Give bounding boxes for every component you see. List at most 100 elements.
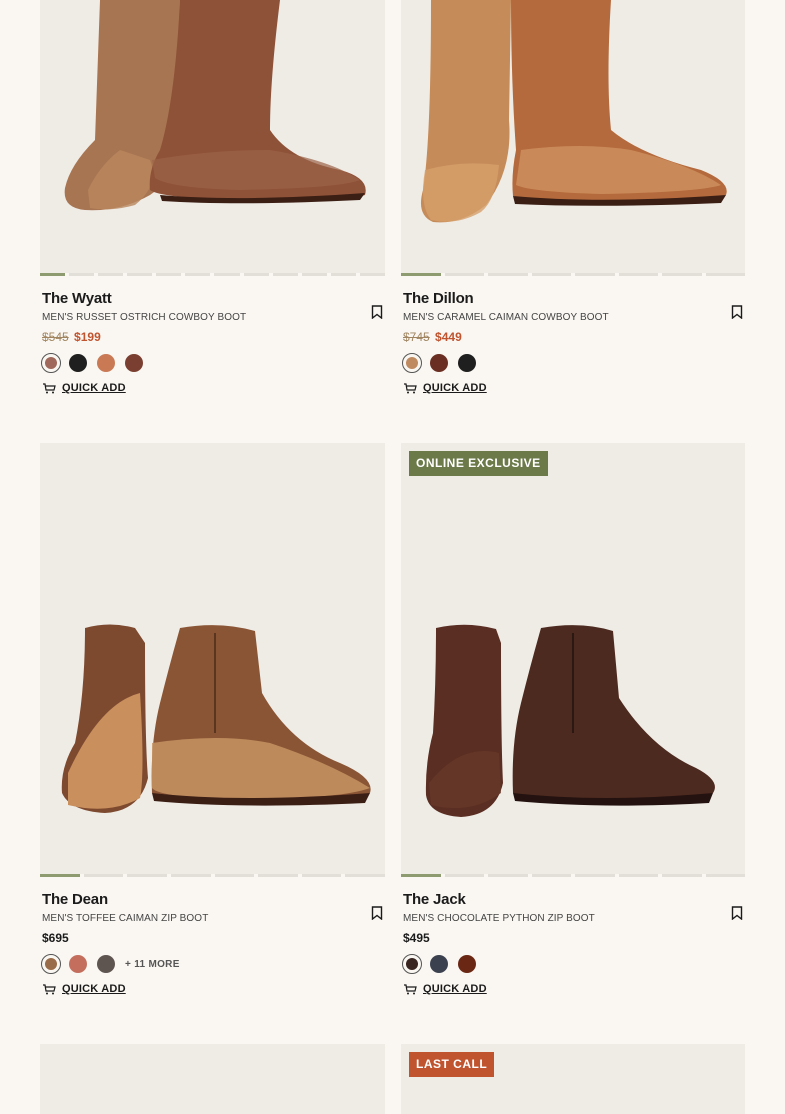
product-price: $695 bbox=[42, 931, 383, 945]
color-swatch[interactable] bbox=[97, 354, 115, 372]
color-swatch[interactable] bbox=[458, 354, 476, 372]
product-image[interactable]: LAST CALL bbox=[401, 1044, 745, 1114]
product-subtitle: MEN'S CHOCOLATE PYTHON ZIP BOOT bbox=[403, 913, 595, 924]
color-swatch[interactable] bbox=[430, 354, 448, 372]
carousel-dot[interactable] bbox=[214, 273, 240, 276]
product-subtitle: MEN'S CARAMEL CAIMAN COWBOY BOOT bbox=[403, 312, 609, 323]
quick-add-label: QUICK ADD bbox=[62, 382, 126, 394]
product-card-wyatt[interactable]: The Wyatt MEN'S RUSSET OSTRICH COWBOY BO… bbox=[40, 0, 385, 394]
boot-image bbox=[425, 624, 715, 817]
product-image[interactable] bbox=[40, 1044, 385, 1114]
color-swatch-fill bbox=[406, 958, 418, 970]
product-name[interactable]: The Wyatt bbox=[42, 290, 383, 308]
bookmark-icon[interactable] bbox=[371, 906, 383, 920]
color-swatch[interactable] bbox=[41, 954, 61, 974]
carousel-dot[interactable] bbox=[98, 273, 124, 276]
badge-last-call: LAST CALL bbox=[409, 1052, 495, 1077]
product-image[interactable]: ONLINE EXCLUSIVE bbox=[401, 443, 745, 874]
carousel-dot[interactable] bbox=[40, 273, 66, 276]
product-card-next-left[interactable] bbox=[40, 1044, 385, 1114]
carousel-dot[interactable] bbox=[444, 874, 484, 877]
carousel-dot[interactable] bbox=[575, 874, 615, 877]
quick-add-button[interactable]: QUICK ADD bbox=[403, 983, 743, 995]
color-swatch[interactable] bbox=[430, 955, 448, 973]
color-swatch[interactable] bbox=[69, 955, 87, 973]
carousel-dot[interactable] bbox=[127, 874, 167, 877]
bookmark-icon[interactable] bbox=[371, 305, 383, 319]
carousel-dot[interactable] bbox=[488, 874, 528, 877]
carousel-dot[interactable] bbox=[345, 874, 385, 877]
more-colors-link[interactable]: + 11 MORE bbox=[125, 959, 180, 970]
carousel-dot[interactable] bbox=[69, 273, 95, 276]
bookmark-icon[interactable] bbox=[731, 305, 743, 319]
color-swatch[interactable] bbox=[97, 955, 115, 973]
product-card-dean[interactable]: The Dean MEN'S TOFFEE CAIMAN ZIP BOOT $6… bbox=[40, 443, 385, 995]
badge-online-exclusive: ONLINE EXCLUSIVE bbox=[409, 451, 548, 476]
carousel-dot[interactable] bbox=[531, 874, 571, 877]
carousel-dot[interactable] bbox=[258, 874, 298, 877]
color-swatches bbox=[41, 353, 383, 373]
carousel-dot[interactable] bbox=[127, 273, 153, 276]
quick-add-button[interactable]: QUICK ADD bbox=[42, 382, 383, 394]
color-swatch[interactable] bbox=[402, 353, 422, 373]
product-image[interactable] bbox=[401, 0, 745, 273]
cart-icon bbox=[43, 983, 56, 994]
carousel-dot[interactable] bbox=[401, 273, 441, 276]
bookmark-icon[interactable] bbox=[731, 906, 743, 920]
regular-price: $495 bbox=[403, 931, 430, 945]
carousel-dot[interactable] bbox=[83, 874, 124, 877]
carousel-dot[interactable] bbox=[40, 874, 80, 877]
carousel-dot[interactable] bbox=[156, 273, 182, 276]
product-name[interactable]: The Dean bbox=[42, 891, 383, 909]
cart-icon bbox=[404, 983, 417, 994]
carousel-dot[interactable] bbox=[531, 273, 571, 276]
color-swatch[interactable] bbox=[402, 954, 422, 974]
color-swatch[interactable] bbox=[69, 354, 87, 372]
color-swatch-fill bbox=[45, 357, 57, 369]
carousel-dot[interactable] bbox=[214, 874, 255, 877]
carousel-dot[interactable] bbox=[272, 273, 298, 276]
color-swatches bbox=[402, 954, 743, 974]
product-card-jack[interactable]: ONLINE EXCLUSIVE The Jack MEN'S CHOCOLAT… bbox=[401, 443, 745, 995]
carousel-dot[interactable] bbox=[444, 273, 484, 276]
carousel-indicators[interactable] bbox=[40, 273, 385, 276]
quick-add-button[interactable]: QUICK ADD bbox=[403, 382, 743, 394]
carousel-dot[interactable] bbox=[185, 273, 211, 276]
color-swatch[interactable] bbox=[125, 354, 143, 372]
carousel-indicators[interactable] bbox=[40, 874, 385, 877]
original-price: $745 bbox=[403, 330, 430, 344]
carousel-dot[interactable] bbox=[662, 874, 702, 877]
product-image[interactable] bbox=[40, 443, 385, 874]
carousel-dot[interactable] bbox=[662, 273, 702, 276]
boot-image bbox=[61, 624, 371, 813]
boot-image bbox=[420, 0, 727, 223]
carousel-dot[interactable] bbox=[301, 273, 327, 276]
carousel-indicators[interactable] bbox=[401, 273, 745, 276]
product-card-next-right[interactable]: LAST CALL bbox=[401, 1044, 745, 1114]
carousel-dot[interactable] bbox=[359, 273, 385, 276]
color-swatch[interactable] bbox=[458, 955, 476, 973]
product-image[interactable] bbox=[40, 0, 385, 273]
color-swatch[interactable] bbox=[41, 353, 61, 373]
product-name[interactable]: The Jack bbox=[403, 891, 743, 909]
carousel-dot[interactable] bbox=[705, 273, 745, 276]
product-name[interactable]: The Dillon bbox=[403, 290, 743, 308]
color-swatches bbox=[402, 353, 743, 373]
boot-image bbox=[64, 0, 366, 211]
quick-add-label: QUICK ADD bbox=[423, 382, 487, 394]
carousel-dot[interactable] bbox=[401, 874, 441, 877]
carousel-dot[interactable] bbox=[618, 874, 658, 877]
carousel-dot[interactable] bbox=[301, 874, 342, 877]
color-swatches: + 11 MORE bbox=[41, 954, 383, 974]
carousel-dot[interactable] bbox=[243, 273, 269, 276]
carousel-dot[interactable] bbox=[575, 273, 615, 276]
quick-add-label: QUICK ADD bbox=[62, 983, 126, 995]
product-card-dillon[interactable]: The Dillon MEN'S CARAMEL CAIMAN COWBOY B… bbox=[401, 0, 745, 394]
carousel-indicators[interactable] bbox=[401, 874, 745, 877]
carousel-dot[interactable] bbox=[488, 273, 528, 276]
carousel-dot[interactable] bbox=[170, 874, 211, 877]
quick-add-button[interactable]: QUICK ADD bbox=[42, 983, 383, 995]
carousel-dot[interactable] bbox=[618, 273, 658, 276]
carousel-dot[interactable] bbox=[705, 874, 745, 877]
carousel-dot[interactable] bbox=[330, 273, 356, 276]
